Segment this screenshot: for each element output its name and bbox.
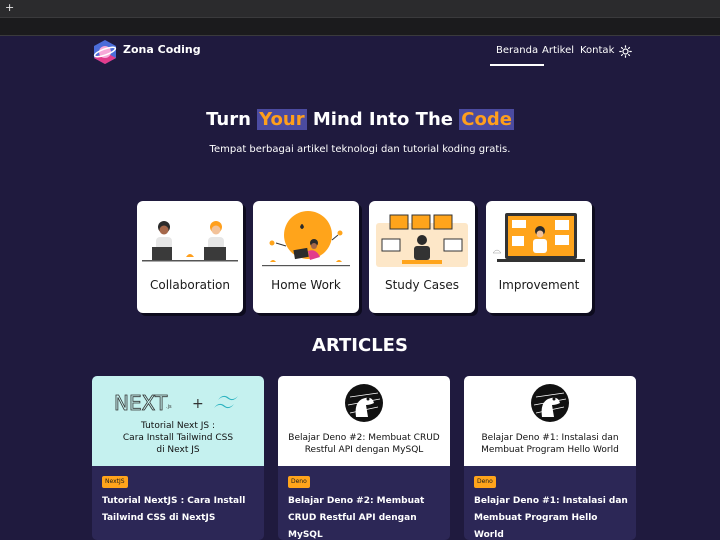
- new-tab-button[interactable]: +: [5, 0, 14, 16]
- nav-link-beranda[interactable]: Beranda: [496, 44, 538, 58]
- improvement-illustration-icon: [489, 209, 589, 271]
- thumbnail-caption: Tutorial Next JS : Cara Install Tailwind…: [96, 420, 260, 456]
- article-thumbnail[interactable]: NEXT .js + Tutorial Next JS : Cara Insta…: [92, 376, 264, 466]
- category-label: Collaboration: [137, 277, 243, 293]
- nav-link-kontak[interactable]: Kontak: [580, 44, 614, 58]
- articles-heading: ARTICLES: [0, 334, 720, 358]
- browser-tab-strip: +: [0, 0, 720, 17]
- collaboration-illustration-icon: [140, 209, 240, 271]
- article-tag[interactable]: NextJS: [102, 476, 128, 488]
- thumbnail-caption: Belajar Deno #1: Instalasi dan Membuat P…: [468, 432, 632, 456]
- hero-title: Turn Your Mind Into The Code: [0, 107, 720, 133]
- hero-subtitle: Tempat berbagai artikel teknologi dan tu…: [0, 143, 720, 157]
- article-tag[interactable]: Deno: [474, 476, 496, 488]
- navbar: Zona Coding Beranda Artikel Kontak: [0, 36, 720, 68]
- home-work-illustration-icon: [256, 209, 356, 271]
- planet-logo-icon[interactable]: [92, 39, 118, 65]
- article-title[interactable]: Tutorial NextJS : Cara Install Tailwind …: [102, 493, 257, 527]
- category-card-study-cases[interactable]: Study Cases: [369, 201, 475, 313]
- browser-address-bar[interactable]: [0, 17, 720, 36]
- article-card-nextjs-tailwind[interactable]: NEXT .js + Tutorial Next JS : Cara Insta…: [92, 376, 264, 540]
- deno-logo-icon: [530, 383, 570, 423]
- hero-title-part: Turn: [206, 109, 257, 130]
- category-label: Improvement: [486, 277, 592, 293]
- category-card-home-work[interactable]: Home Work: [253, 201, 359, 313]
- article-thumbnail[interactable]: Belajar Deno #2: Membuat CRUD Restful AP…: [278, 376, 450, 466]
- hero-title-highlight-your: Your: [257, 109, 306, 130]
- svg-text:+: +: [192, 396, 204, 412]
- category-label: Home Work: [253, 277, 359, 293]
- sun-icon[interactable]: [619, 45, 632, 58]
- category-card-collaboration[interactable]: Collaboration: [137, 201, 243, 313]
- deno-logo-icon: [344, 383, 384, 423]
- study-cases-illustration-icon: [372, 209, 472, 271]
- category-card-improvement[interactable]: Improvement: [486, 201, 592, 313]
- svg-text:.js: .js: [166, 404, 172, 410]
- article-title[interactable]: Belajar Deno #1: Instalasi dan Membuat P…: [474, 493, 629, 540]
- article-card-deno-hello-world[interactable]: Belajar Deno #1: Instalasi dan Membuat P…: [464, 376, 636, 540]
- nextjs-tailwind-logos-icon: NEXT .js +: [114, 390, 244, 416]
- brand-name[interactable]: Zona Coding: [123, 42, 201, 58]
- article-card-deno-crud[interactable]: Belajar Deno #2: Membuat CRUD Restful AP…: [278, 376, 450, 540]
- thumbnail-caption: Belajar Deno #2: Membuat CRUD Restful AP…: [282, 432, 446, 456]
- svg-text:NEXT: NEXT: [114, 391, 168, 415]
- category-label: Study Cases: [369, 277, 475, 293]
- article-thumbnail[interactable]: Belajar Deno #1: Instalasi dan Membuat P…: [464, 376, 636, 466]
- hero-title-highlight-code: Code: [459, 109, 514, 130]
- article-title[interactable]: Belajar Deno #2: Membuat CRUD Restful AP…: [288, 493, 443, 540]
- hero-title-part: Mind Into The: [307, 109, 460, 130]
- article-tag[interactable]: Deno: [288, 476, 310, 488]
- nav-link-artikel[interactable]: Artikel: [542, 44, 574, 58]
